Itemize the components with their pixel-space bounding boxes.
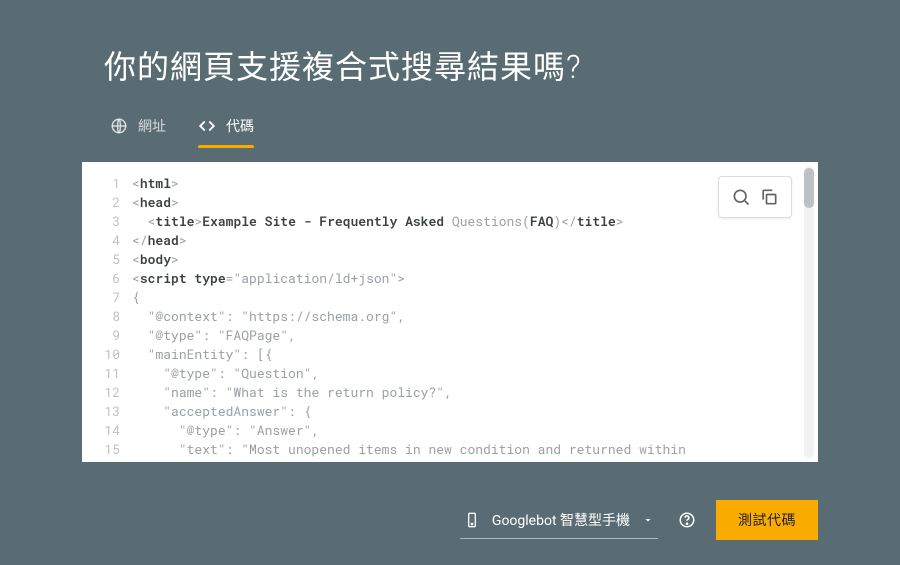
device-selector[interactable]: Googlebot 智慧型手機 [460, 502, 658, 539]
code-toolbar [718, 176, 792, 218]
page-title: 你的網頁支援複合式搜尋結果嗎? [0, 0, 900, 116]
code-line: <head> [132, 193, 818, 212]
chevron-down-icon [642, 514, 654, 526]
line-number: 2 [82, 193, 120, 212]
line-number: 7 [82, 288, 120, 307]
search-button[interactable] [727, 183, 755, 211]
code-line: "@type": "FAQPage", [132, 326, 818, 345]
line-number: 6 [82, 269, 120, 288]
scrollbar[interactable] [804, 166, 814, 458]
line-number: 8 [82, 307, 120, 326]
code-line: "@context": "https://schema.org", [132, 307, 818, 326]
code-line: { [132, 288, 818, 307]
code-icon [198, 117, 216, 135]
device-selector-label: Googlebot 智慧型手機 [492, 510, 630, 530]
line-number: 5 [82, 250, 120, 269]
test-code-button[interactable]: 測試代碼 [716, 500, 818, 540]
line-number: 1 [82, 174, 120, 193]
footer: Googlebot 智慧型手機 測試代碼 [460, 500, 818, 540]
line-number: 3 [82, 212, 120, 231]
code-line: </head> [132, 231, 818, 250]
code-line: <body> [132, 250, 818, 269]
line-number: 4 [82, 231, 120, 250]
code-line: "@type": "Answer", [132, 421, 818, 440]
tab-code[interactable]: 代碼 [198, 116, 254, 148]
phone-icon [464, 512, 480, 528]
tab-code-label: 代碼 [226, 116, 254, 136]
line-number: 15 [82, 440, 120, 459]
code-body[interactable]: <html><head> <title>Example Site - Frequ… [128, 162, 818, 462]
line-number: 14 [82, 421, 120, 440]
code-line: <html> [132, 174, 818, 193]
line-number: 11 [82, 364, 120, 383]
code-line: "@type": "Question", [132, 364, 818, 383]
code-gutter: 123456789101112131415 [82, 162, 128, 462]
copy-button[interactable] [755, 183, 783, 211]
line-number: 13 [82, 402, 120, 421]
code-line: "name": "What is the return policy?", [132, 383, 818, 402]
globe-icon [110, 117, 128, 135]
code-line: "acceptedAnswer": { [132, 402, 818, 421]
line-number: 9 [82, 326, 120, 345]
line-number: 12 [82, 383, 120, 402]
line-number: 10 [82, 345, 120, 364]
code-line: <title>Example Site - Frequently Asked Q… [132, 212, 818, 231]
code-line: "text": "Most unopened items in new cond… [132, 440, 818, 459]
help-icon[interactable] [678, 511, 696, 529]
tabs: 網址 代碼 [0, 116, 900, 148]
code-editor-panel: 123456789101112131415 <html><head> <titl… [82, 162, 818, 462]
tab-url[interactable]: 網址 [110, 116, 166, 148]
code-line: "mainEntity": [{ [132, 345, 818, 364]
tab-url-label: 網址 [138, 116, 166, 136]
code-line: <script type="application/ld+json"> [132, 269, 818, 288]
scrollbar-thumb[interactable] [804, 168, 814, 208]
